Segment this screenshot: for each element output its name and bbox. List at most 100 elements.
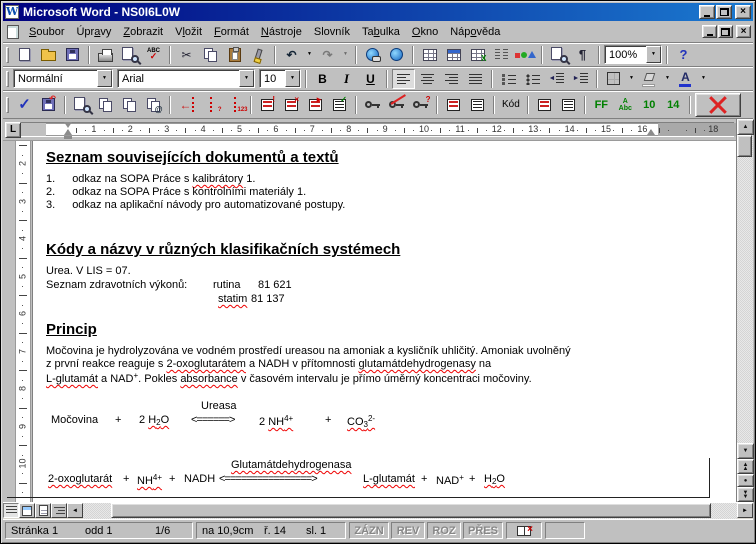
status-toggle-0[interactable]: ZÁZN bbox=[349, 522, 389, 539]
show-hide-button[interactable]: ¶ bbox=[571, 45, 594, 65]
page-layout-view-button[interactable] bbox=[35, 503, 51, 518]
document-page[interactable]: Seznam souvisejících dokumentů a textů 1… bbox=[33, 141, 736, 502]
status-toggle-1[interactable]: REV bbox=[391, 522, 425, 539]
print-button[interactable] bbox=[94, 45, 117, 65]
email-documents-button[interactable]: @ bbox=[142, 95, 165, 115]
menu-nastroje[interactable]: Nástroje bbox=[255, 23, 308, 41]
cancel-button[interactable] bbox=[695, 93, 741, 117]
next-page-button[interactable]: ▼▼ bbox=[737, 487, 754, 502]
spelling-button[interactable]: ABC✓ bbox=[142, 45, 165, 65]
justify-button[interactable] bbox=[464, 69, 487, 89]
menu-slovnik[interactable]: Slovník bbox=[308, 23, 356, 41]
align-right-button[interactable] bbox=[440, 69, 463, 89]
previous-page-button[interactable]: ▲▲ bbox=[737, 459, 754, 474]
numbered-list-button[interactable] bbox=[497, 69, 520, 89]
toolbar-grip[interactable] bbox=[6, 47, 9, 63]
font-color-dropdown[interactable]: ▼ bbox=[698, 69, 709, 89]
redo-dropdown[interactable]: ▼ bbox=[340, 45, 351, 65]
font-size-dropdown-button[interactable]: ▼ bbox=[285, 70, 300, 87]
menu-vlozit[interactable]: Vložit bbox=[169, 23, 208, 41]
font-color-button[interactable]: A bbox=[674, 69, 697, 89]
open-button[interactable] bbox=[37, 45, 60, 65]
kod-button[interactable]: Kód bbox=[499, 95, 523, 115]
paste-button[interactable] bbox=[223, 45, 246, 65]
align-left-button[interactable] bbox=[392, 69, 415, 89]
font-size-10-button[interactable]: 10 bbox=[638, 95, 661, 115]
tables-borders-button[interactable] bbox=[418, 45, 441, 65]
style-combo[interactable]: Normální ▼ bbox=[13, 69, 113, 88]
online-layout-view-button[interactable] bbox=[19, 503, 35, 518]
redo-button[interactable]: ↷ bbox=[316, 45, 339, 65]
highlight-button[interactable] bbox=[638, 69, 661, 89]
web-toolbar-button[interactable] bbox=[385, 45, 408, 65]
spelling-status-panel[interactable]: × bbox=[506, 522, 542, 539]
menu-tabulka[interactable]: Tabulka bbox=[356, 23, 406, 41]
doc-minimize-button[interactable] bbox=[702, 25, 717, 38]
status-toggle-2[interactable]: ROZ bbox=[427, 522, 461, 539]
close-button[interactable]: × bbox=[735, 5, 751, 19]
doc-action-ok-button[interactable]: ✓ bbox=[328, 95, 351, 115]
dotted-marker-button[interactable]: ? bbox=[199, 95, 222, 115]
help-button[interactable]: ? bbox=[672, 45, 695, 65]
insert-hyperlink-button[interactable] bbox=[361, 45, 384, 65]
menu-napoveda[interactable]: Nápověda bbox=[444, 23, 506, 41]
status-toggle-3[interactable]: PŘES bbox=[463, 522, 503, 539]
minimize-button[interactable] bbox=[699, 5, 715, 19]
v-ruler[interactable]: 2345678910 bbox=[3, 141, 33, 502]
zoom-dropdown-button[interactable]: ▼ bbox=[646, 46, 661, 63]
copy-button[interactable] bbox=[199, 45, 222, 65]
print-preview-button[interactable] bbox=[118, 45, 141, 65]
doc-close-button[interactable]: × bbox=[736, 25, 751, 38]
drawing-button[interactable] bbox=[514, 45, 537, 65]
menu-soubor[interactable]: Soubor bbox=[23, 23, 70, 41]
doc-action-delete-button[interactable]: × bbox=[280, 95, 303, 115]
right-indent-marker[interactable] bbox=[647, 129, 655, 135]
font-ff-button[interactable]: FF bbox=[590, 95, 613, 115]
highlight-dropdown[interactable]: ▼ bbox=[662, 69, 673, 89]
move-left-marker-button[interactable]: ← bbox=[175, 95, 198, 115]
bold-button[interactable]: B bbox=[311, 69, 334, 89]
numbering-marker-button[interactable]: 123 bbox=[223, 95, 246, 115]
font-abc-button[interactable]: AAbc bbox=[614, 95, 637, 115]
increase-indent-button[interactable]: ► bbox=[569, 69, 592, 89]
align-center-button[interactable] bbox=[416, 69, 439, 89]
h-ruler[interactable]: 1234567891011121314151618 bbox=[21, 119, 736, 141]
confirm-button[interactable]: ✓ bbox=[13, 95, 36, 115]
zoom-combo[interactable]: 100% ▼ bbox=[604, 45, 662, 64]
font-size-combo[interactable]: 10 ▼ bbox=[259, 69, 301, 88]
toolbar-grip[interactable] bbox=[6, 71, 9, 87]
select-browse-object-button[interactable]: ● bbox=[737, 474, 754, 487]
borders-button[interactable] bbox=[602, 69, 625, 89]
red-lines-doc-button[interactable] bbox=[442, 95, 465, 115]
unlock-button[interactable] bbox=[385, 95, 408, 115]
undo-button[interactable]: ↶ bbox=[280, 45, 303, 65]
black-lines-doc-button[interactable] bbox=[466, 95, 489, 115]
outline-view-button[interactable] bbox=[51, 503, 67, 518]
undo-dropdown[interactable]: ▼ bbox=[304, 45, 315, 65]
hanging-indent-marker[interactable] bbox=[64, 129, 72, 135]
scroll-right-button[interactable]: ► bbox=[737, 503, 753, 518]
menu-zobrazit[interactable]: Zobrazit bbox=[117, 23, 169, 41]
menu-format[interactable]: Formát bbox=[208, 23, 255, 41]
document-icon[interactable] bbox=[7, 25, 19, 39]
insert-table-button[interactable] bbox=[442, 45, 465, 65]
new-document-button[interactable] bbox=[13, 45, 36, 65]
columns-button[interactable] bbox=[490, 45, 513, 65]
vertical-scroll-thumb[interactable] bbox=[737, 135, 752, 157]
toolbar-grip[interactable] bbox=[6, 97, 9, 113]
cut-button[interactable]: ✂ bbox=[175, 45, 198, 65]
horizontal-scroll-track[interactable] bbox=[83, 503, 737, 519]
normal-view-button[interactable] bbox=[3, 503, 19, 518]
find-document-button[interactable] bbox=[70, 95, 93, 115]
save-import-button[interactable]: ↶ bbox=[37, 95, 60, 115]
font-size-14-button[interactable]: 14 bbox=[662, 95, 685, 115]
borders-dropdown[interactable]: ▼ bbox=[626, 69, 637, 89]
scroll-down-button[interactable]: ▼ bbox=[737, 443, 754, 459]
decrease-indent-button[interactable]: ◄ bbox=[545, 69, 568, 89]
menu-upravy[interactable]: Úpravy bbox=[70, 23, 117, 41]
first-line-indent-marker[interactable] bbox=[64, 122, 72, 128]
menu-okno[interactable]: Okno bbox=[406, 23, 444, 41]
document-map-button[interactable] bbox=[547, 45, 570, 65]
copy-documents-2-button[interactable] bbox=[118, 95, 141, 115]
horizontal-scroll-thumb[interactable] bbox=[111, 503, 711, 518]
